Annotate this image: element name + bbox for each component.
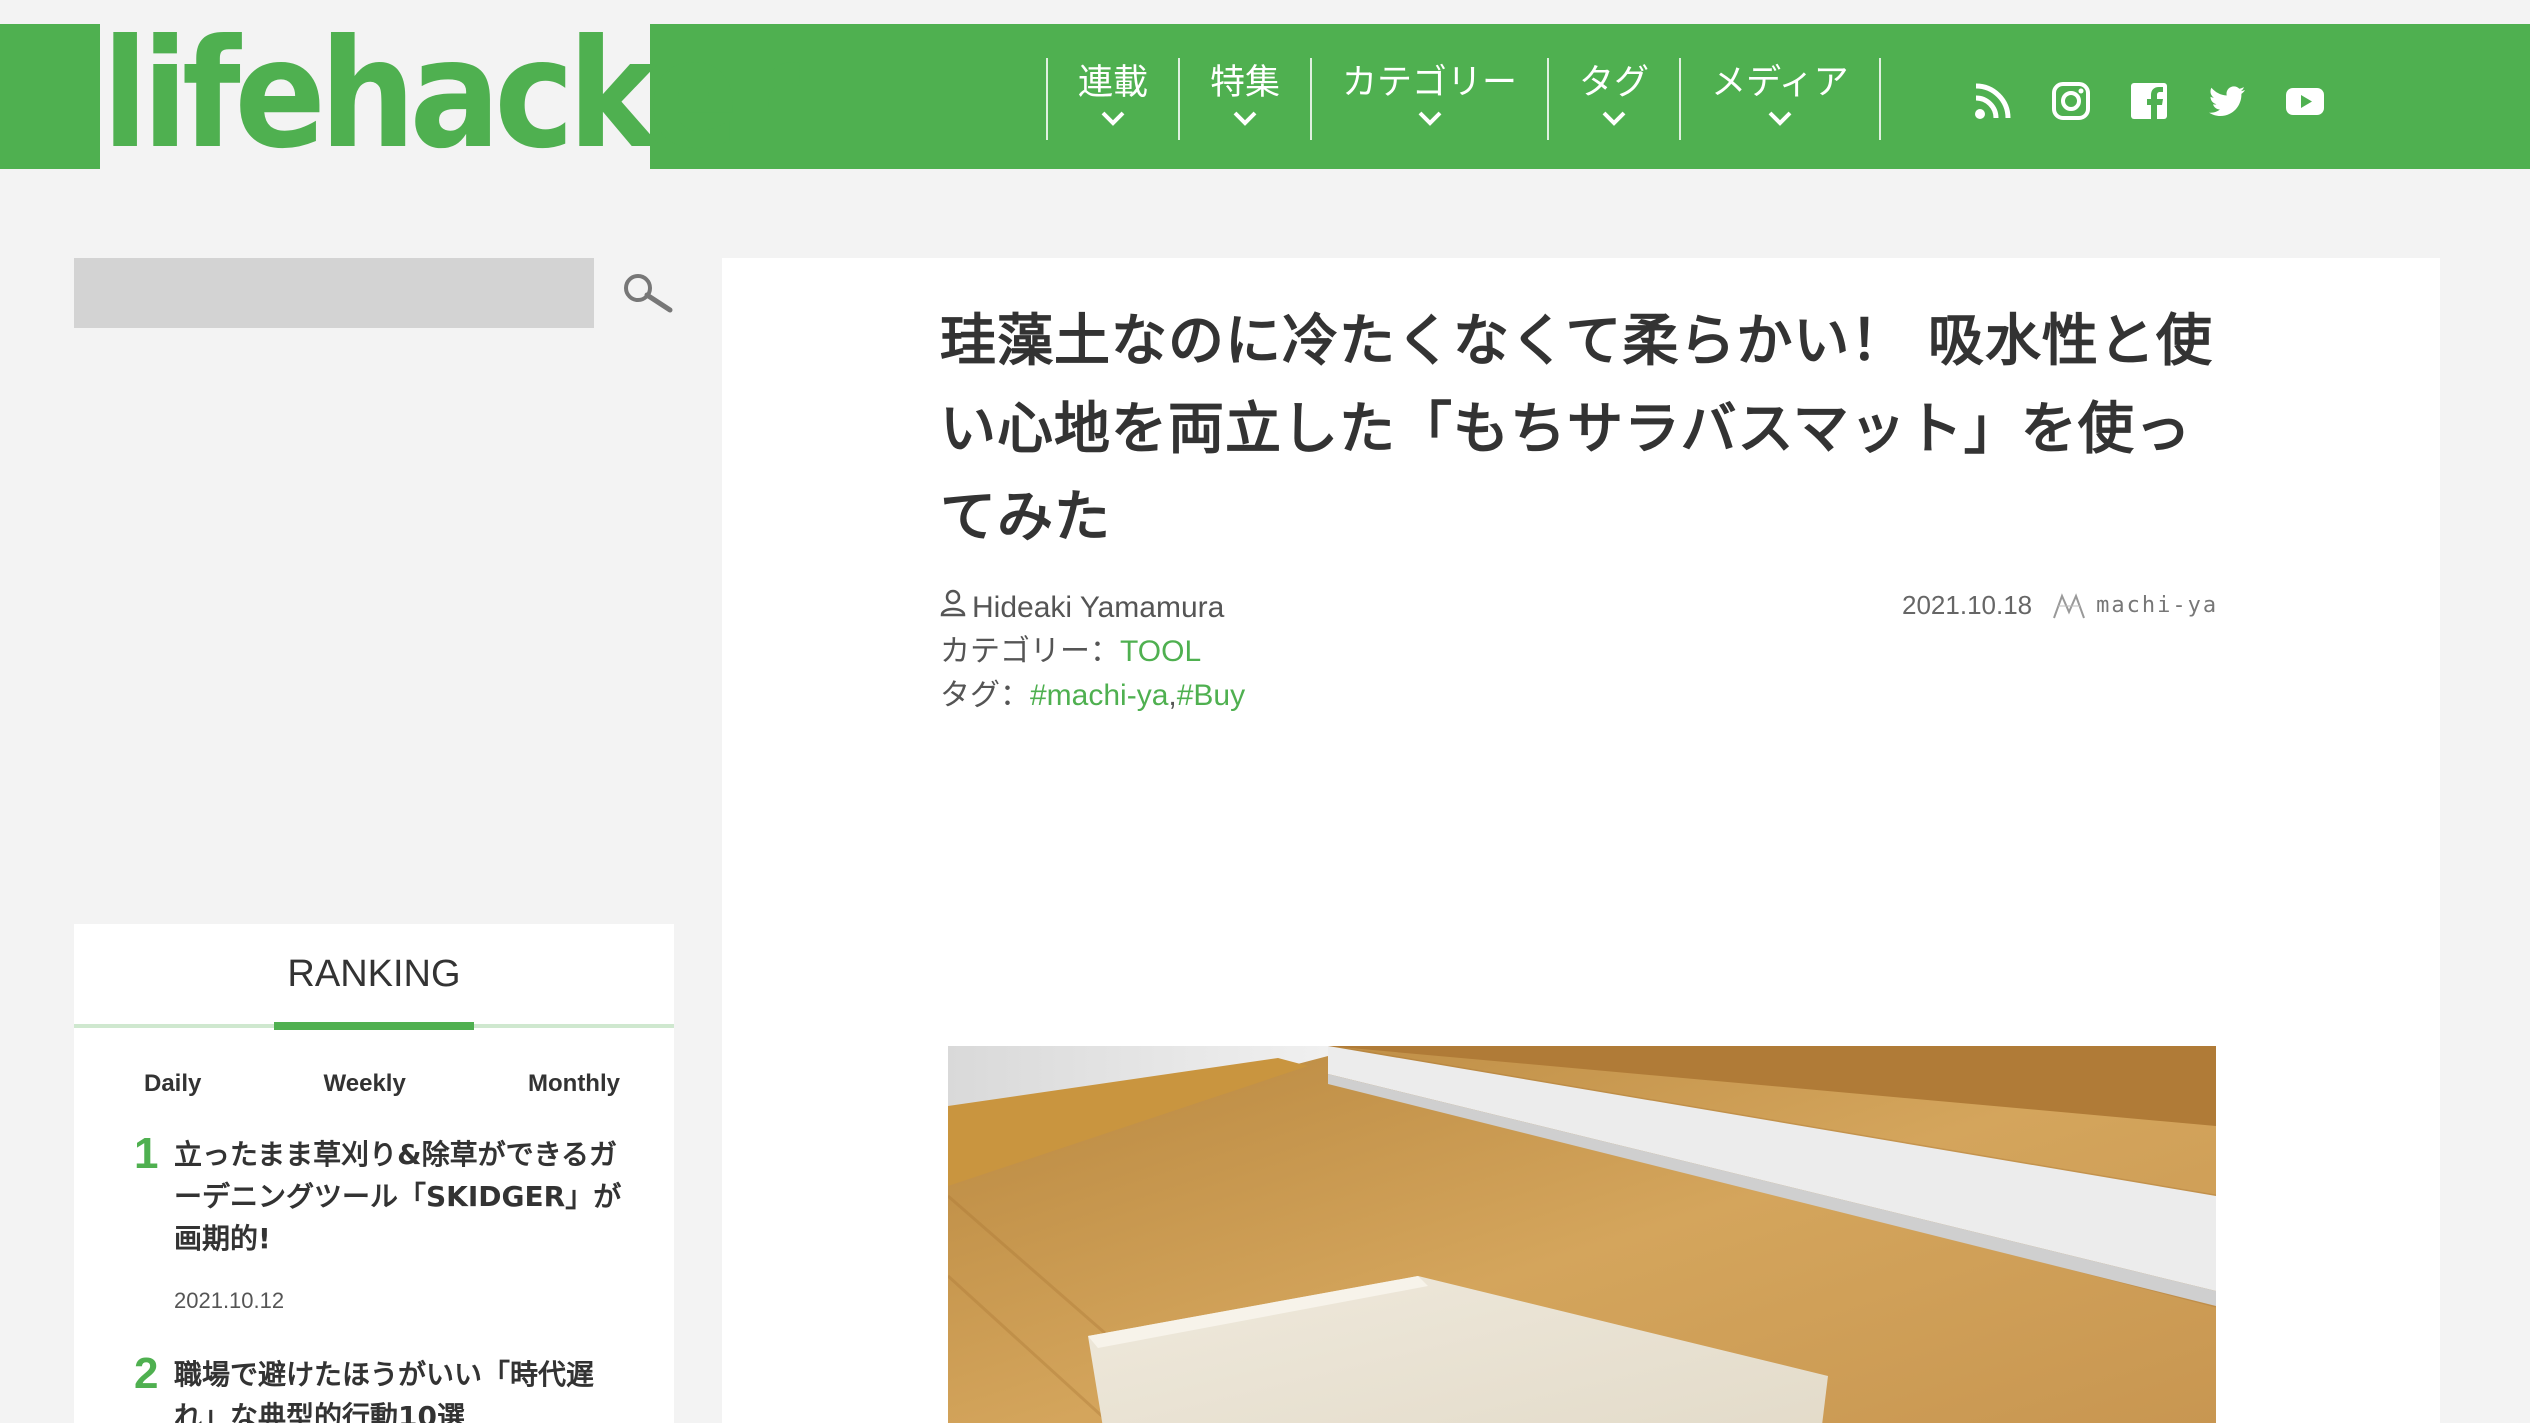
nav-item-series[interactable]: 連載	[1046, 58, 1178, 140]
author-row: Hideaki Yamamura	[940, 586, 1245, 630]
chevron-down-icon	[1417, 110, 1443, 136]
nav-item-tag[interactable]: タグ	[1547, 58, 1679, 140]
category-row: カテゴリー： TOOL	[940, 630, 1245, 674]
tab-daily[interactable]: Daily	[144, 1070, 201, 1098]
ranking-number: 1	[134, 1129, 159, 1178]
rss-icon[interactable]	[1968, 76, 2018, 126]
instagram-icon[interactable]	[2046, 76, 2096, 126]
sponsor-name: machi-ya	[2096, 593, 2219, 618]
ranking-item-title[interactable]: 立ったまま草刈り&除草ができるガーデニングツール「SKIDGER」が画期的!	[174, 1134, 634, 1260]
machi-ya-logo-icon	[2053, 592, 2086, 618]
tab-monthly[interactable]: Monthly	[528, 1070, 620, 1098]
category-link[interactable]: TOOL	[1120, 630, 1201, 674]
ranking-item-title[interactable]: 職場で避けたほうがいい「時代遅れ」な典型的行動10選	[174, 1354, 634, 1423]
logo-text: lifehacker	[102, 8, 800, 182]
nav-label: カテゴリー	[1342, 63, 1518, 103]
article: 珪藻土なのに冷たくなくて柔らかい！ 吸水性と使い心地を両立した「もちサラバスマッ…	[722, 258, 2440, 1423]
chevron-down-icon	[1767, 110, 1793, 136]
article-date-row: 2021.10.18 machi-ya	[1902, 590, 2218, 621]
user-icon	[940, 586, 972, 630]
ranking-number: 2	[134, 1349, 159, 1398]
chevron-down-icon	[1232, 110, 1258, 136]
nav-label: 特集	[1210, 63, 1281, 103]
twitter-icon[interactable]	[2202, 76, 2252, 126]
ranking-item-date: 2021.10.12	[174, 1288, 285, 1313]
chevron-down-icon	[1100, 110, 1126, 136]
search-input[interactable]	[74, 258, 594, 328]
ranking-tabs: Daily Weekly Monthly	[74, 1028, 674, 1098]
author-name[interactable]: Hideaki Yamamura	[972, 586, 1224, 630]
facebook-icon[interactable]	[2124, 76, 2174, 126]
chevron-down-icon	[1601, 110, 1627, 136]
tag-link[interactable]: #Buy	[1177, 674, 1245, 718]
youtube-icon[interactable]	[2280, 76, 2330, 126]
article-meta: Hideaki Yamamura カテゴリー： TOOL タグ： #machi-…	[940, 586, 1245, 718]
sponsor-logo[interactable]: machi-ya	[2052, 592, 2218, 620]
nav-label: タグ	[1579, 63, 1650, 103]
logo[interactable]: lifehacker	[74, 20, 800, 184]
nav-label: メディア	[1711, 63, 1849, 103]
logo-accent-bar	[74, 24, 100, 169]
article-title: 珪藻土なのに冷たくなくて柔らかい！ 吸水性と使い心地を両立した「もちサラバスマッ…	[940, 309, 2213, 550]
tab-weekly[interactable]: Weekly	[324, 1070, 406, 1098]
ranking-panel: RANKING Daily Weekly Monthly 1 立ったまま草刈り&…	[74, 924, 674, 1423]
search-icon[interactable]	[618, 268, 674, 320]
ranking-item: 2 職場で避けたほうがいい「時代遅れ」な典型的行動10選	[74, 1349, 674, 1423]
nav-item-media[interactable]: メディア	[1679, 58, 1881, 140]
tags-label: タグ：	[940, 679, 1030, 712]
social-links	[1968, 76, 2330, 126]
nav-item-features[interactable]: 特集	[1178, 58, 1310, 140]
nav-label: 連載	[1078, 63, 1149, 103]
main-nav: 連載 特集 カテゴリー タグ メディア	[1046, 58, 1881, 140]
tags-row: タグ： #machi-ya, #Buy	[940, 674, 1245, 718]
article-date: 2021.10.18	[1902, 590, 2033, 620]
tag-link[interactable]: #machi-ya	[1030, 674, 1168, 718]
tag-separator: ,	[1168, 679, 1177, 712]
ranking-title: RANKING	[74, 924, 674, 1030]
category-label: カテゴリー：	[940, 635, 1120, 668]
ranking-item: 1 立ったまま草刈り&除草ができるガーデニングツール「SKIDGER」が画期的!…	[74, 1129, 674, 1314]
nav-item-category[interactable]: カテゴリー	[1310, 58, 1547, 140]
article-hero-image	[948, 1046, 2216, 1423]
